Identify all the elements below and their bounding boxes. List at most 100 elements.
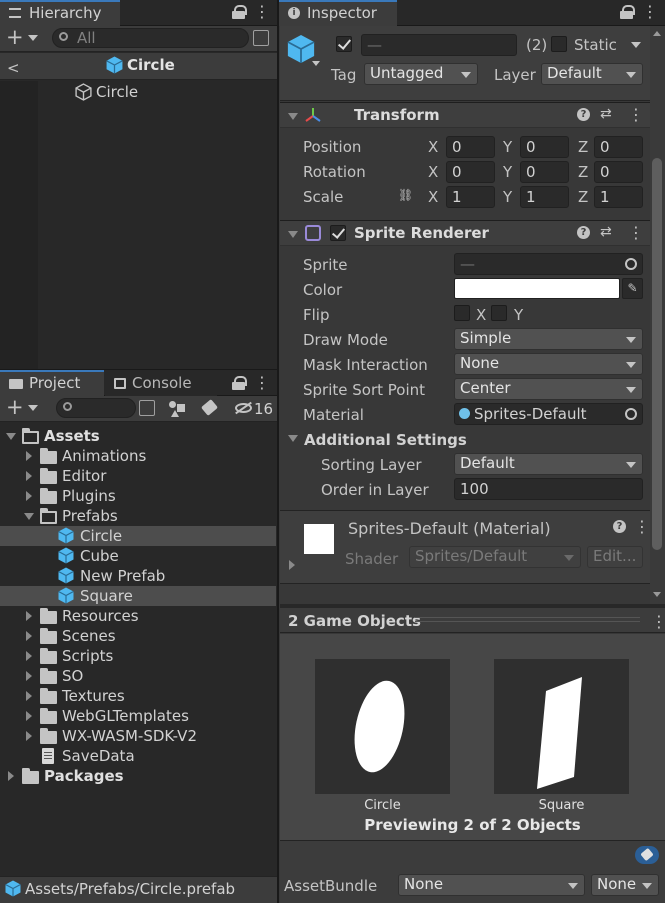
constrain-proportions-icon[interactable]: ⛓ <box>398 188 414 202</box>
kebab-menu-icon[interactable]: ⋮ <box>628 223 644 242</box>
axis-x-label[interactable]: X <box>428 163 438 181</box>
project-folder-item[interactable]: SO <box>0 666 276 686</box>
tab-hierarchy[interactable]: Hierarchy <box>0 0 120 26</box>
layer-dropdown[interactable]: Default <box>541 63 643 85</box>
foldout-collapsed-icon[interactable] <box>26 491 32 501</box>
static-dropdown-arrow[interactable] <box>631 42 641 48</box>
preview-drag-handle[interactable] <box>415 617 640 622</box>
transform-y-field[interactable]: 0 <box>520 136 569 158</box>
tab-console[interactable]: Console <box>105 370 217 396</box>
flip-y-checkbox[interactable] <box>491 305 507 321</box>
draw-mode-dropdown[interactable]: Simple <box>454 328 643 350</box>
foldout-collapsed-icon[interactable] <box>26 631 32 641</box>
sorting-layer-dropdown[interactable]: Default <box>454 453 643 475</box>
object-picker-icon[interactable] <box>625 408 637 420</box>
kebab-menu-icon[interactable]: ⋮ <box>628 105 644 124</box>
axis-x-label[interactable]: X <box>428 138 438 156</box>
axis-y-label[interactable]: Y <box>503 138 512 156</box>
transform-x-field[interactable]: 0 <box>446 161 495 183</box>
help-icon[interactable]: ? <box>613 520 626 533</box>
axis-z-label[interactable]: Z <box>578 163 588 181</box>
axis-y-label[interactable]: Y <box>503 163 512 181</box>
transform-z-field[interactable]: 1 <box>594 186 643 208</box>
order-in-layer-field[interactable]: 100 <box>454 478 643 500</box>
active-checkbox[interactable] <box>336 36 352 52</box>
axis-z-label[interactable]: Z <box>578 138 588 156</box>
axis-y-label[interactable]: Y <box>503 188 512 206</box>
object-name-field[interactable]: — <box>361 34 517 56</box>
project-file-item[interactable]: SaveData <box>0 746 276 766</box>
transform-y-field[interactable]: 1 <box>520 186 569 208</box>
foldout-arrow-icon[interactable] <box>288 113 298 120</box>
mask-interaction-dropdown[interactable]: None <box>454 353 643 375</box>
asset-label-tag-icon[interactable] <box>635 846 659 864</box>
project-folder-item[interactable]: Resources <box>0 606 276 626</box>
project-folder-item[interactable]: Assets <box>0 426 276 446</box>
kebab-menu-icon[interactable]: ⋮ <box>651 612 665 631</box>
assetbundle-dropdown[interactable]: None <box>398 874 585 896</box>
project-folder-item[interactable]: Prefabs <box>0 506 276 526</box>
sprite-renderer-header[interactable]: Sprite Renderer ? ⇄ ⋮ <box>280 220 650 246</box>
foldout-expanded-icon[interactable] <box>6 433 16 440</box>
color-swatch[interactable] <box>454 278 620 299</box>
help-icon[interactable]: ? <box>577 108 590 121</box>
lock-icon[interactable] <box>232 376 247 390</box>
sprite-sort-point-dropdown[interactable]: Center <box>454 378 643 400</box>
axis-z-label[interactable]: Z <box>578 188 588 206</box>
foldout-expanded-icon[interactable] <box>24 513 34 520</box>
foldout-collapsed-icon[interactable] <box>26 611 32 621</box>
help-icon[interactable]: ? <box>577 226 590 239</box>
hierarchy-item[interactable]: Circle <box>38 82 277 102</box>
foldout-collapsed-icon[interactable] <box>26 711 32 721</box>
project-search-input[interactable] <box>56 398 136 418</box>
additional-settings-label[interactable]: Additional Settings <box>304 431 467 449</box>
back-chevron-icon[interactable]: < <box>7 59 20 77</box>
kebab-menu-icon[interactable]: ⋮ <box>254 3 270 21</box>
search-mode-icon[interactable] <box>253 30 269 46</box>
project-folder-item[interactable]: Scenes <box>0 626 276 646</box>
assetbundle-variant-dropdown[interactable]: None <box>591 874 659 896</box>
foldout-collapsed-icon[interactable] <box>8 771 14 781</box>
project-folder-item[interactable]: Animations <box>0 446 276 466</box>
sprite-object-field[interactable]: — <box>454 253 643 275</box>
foldout-collapsed-icon[interactable] <box>26 691 32 701</box>
project-asset-item[interactable]: Cube <box>0 546 276 566</box>
axis-x-label[interactable]: X <box>428 188 438 206</box>
transform-x-field[interactable]: 1 <box>446 186 495 208</box>
project-asset-item[interactable]: Square <box>0 586 276 606</box>
foldout-collapsed-icon[interactable] <box>26 471 32 481</box>
flip-x-checkbox[interactable] <box>454 305 470 321</box>
eyedropper-icon[interactable]: ✎ <box>622 278 643 299</box>
kebab-menu-icon[interactable]: ⋮ <box>634 517 650 536</box>
presets-icon[interactable]: ⇄ <box>600 106 612 122</box>
static-checkbox[interactable] <box>551 36 567 52</box>
transform-x-field[interactable]: 0 <box>446 136 495 158</box>
foldout-collapsed-icon[interactable] <box>26 731 32 741</box>
foldout-collapsed-icon[interactable] <box>26 651 32 661</box>
transform-z-field[interactable]: 0 <box>594 136 643 158</box>
scroll-down-arrow[interactable] <box>653 592 661 597</box>
foldout-collapsed-icon[interactable] <box>26 451 32 461</box>
shader-dropdown[interactable]: Sprites/Default <box>409 546 581 568</box>
add-plus-icon[interactable]: + <box>6 396 24 418</box>
project-folder-item[interactable]: Plugins <box>0 486 276 506</box>
transform-y-field[interactable]: 0 <box>520 161 569 183</box>
chevron-down-icon[interactable] <box>28 405 38 411</box>
tag-dropdown[interactable]: Untagged <box>364 63 478 85</box>
kebab-menu-icon[interactable]: ⋮ <box>254 374 270 392</box>
tab-inspector[interactable]: i Inspector <box>279 0 397 26</box>
icon-dropdown-arrow[interactable] <box>312 61 320 66</box>
project-folder-item[interactable]: WebGLTemplates <box>0 706 276 726</box>
project-folder-item[interactable]: Textures <box>0 686 276 706</box>
hierarchy-search-input[interactable]: All <box>52 28 249 48</box>
project-folder-item[interactable]: Editor <box>0 466 276 486</box>
filter-by-type-icon[interactable] <box>169 401 185 417</box>
object-picker-icon[interactable] <box>625 258 637 270</box>
add-plus-icon[interactable]: + <box>6 26 24 48</box>
lock-icon[interactable] <box>620 5 635 19</box>
project-asset-item[interactable]: New Prefab <box>0 566 276 586</box>
scroll-thumb[interactable] <box>652 158 662 550</box>
edit-shader-button[interactable]: Edit... <box>587 546 643 568</box>
preview-thumb-circle[interactable] <box>315 659 450 794</box>
project-folder-item[interactable]: WX-WASM-SDK-V2 <box>0 726 276 746</box>
